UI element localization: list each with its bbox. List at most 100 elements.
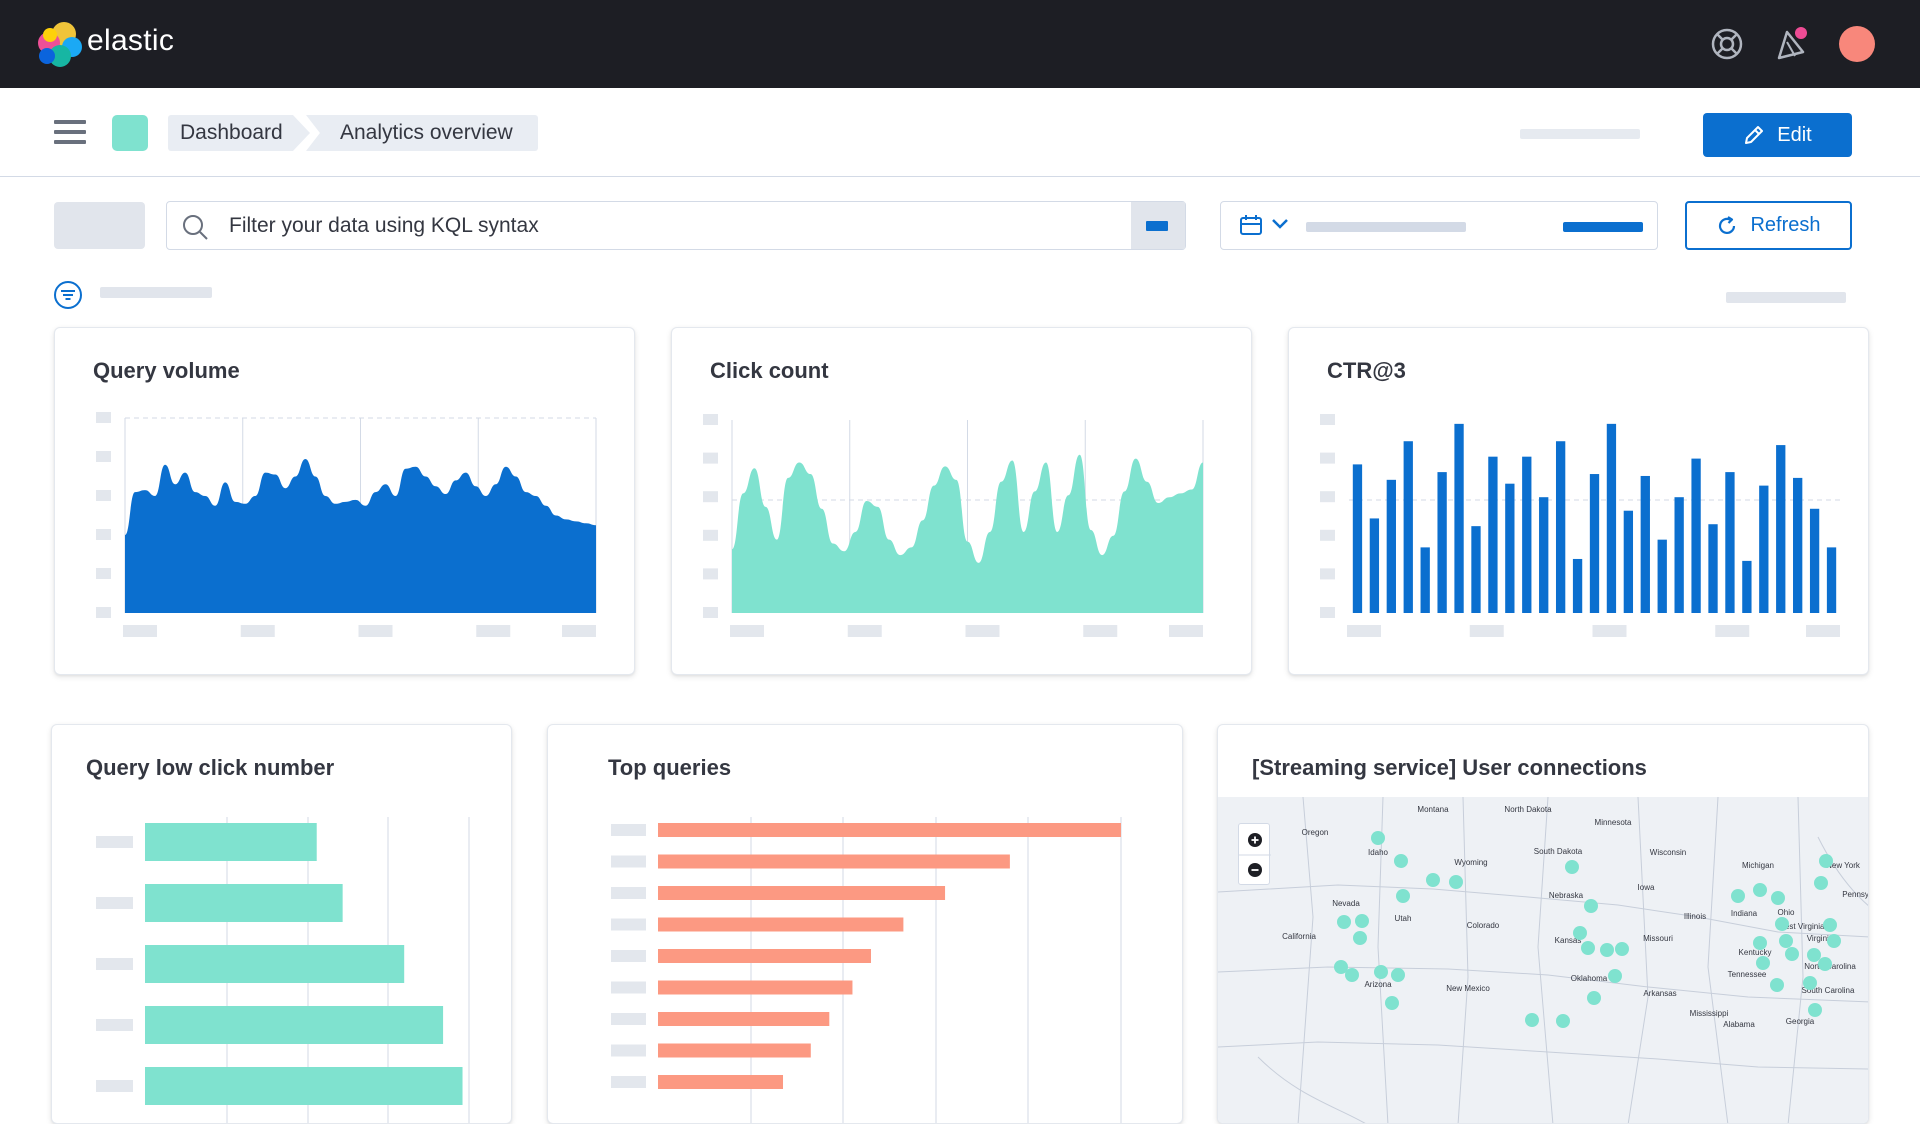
bar — [1623, 510, 1634, 613]
panel-top-queries[interactable]: Top queries — [547, 724, 1183, 1124]
query-low-click-chart — [96, 817, 470, 1123]
y-tick-label — [1320, 452, 1335, 464]
space-avatar[interactable] — [112, 115, 148, 151]
state-label: Minnesota — [1595, 818, 1632, 827]
bar — [1640, 475, 1650, 613]
connection-dot — [1753, 883, 1767, 897]
y-tick-label — [96, 451, 111, 462]
connection-dot — [1394, 854, 1408, 868]
calendar-icon[interactable] — [1239, 214, 1263, 236]
connection-dot — [1426, 873, 1440, 887]
panel-user-connections[interactable]: [Streaming service] User connections Mon… — [1217, 724, 1869, 1124]
connection-dot — [1785, 947, 1799, 961]
saved-query-button[interactable] — [54, 202, 145, 249]
bar — [658, 823, 1121, 837]
y-tick-label — [1320, 491, 1335, 503]
y-tick-label — [611, 887, 646, 899]
connection-dot — [1731, 889, 1745, 903]
zoom-in-icon[interactable] — [1248, 833, 1262, 847]
zoom-out-icon[interactable] — [1248, 863, 1262, 877]
state-label: Indiana — [1731, 909, 1758, 918]
bar — [1352, 464, 1363, 613]
y-tick-label — [96, 568, 111, 579]
state-border — [1377, 797, 1389, 1123]
bar — [1420, 547, 1430, 613]
connection-dot — [1525, 1013, 1539, 1027]
y-tick-label — [1320, 568, 1335, 580]
brand-name[interactable]: elastic — [87, 24, 174, 58]
state-label: South Dakota — [1534, 847, 1583, 856]
newsfeed-icon[interactable] — [1773, 26, 1809, 62]
breadcrumb-analytics-overview[interactable]: Analytics overview — [306, 115, 538, 151]
state-label: Oklahoma — [1571, 974, 1608, 983]
date-picker[interactable] — [1220, 201, 1658, 250]
y-tick-label — [96, 958, 133, 970]
menu-icon[interactable] — [54, 120, 86, 144]
bar — [658, 854, 1010, 869]
panel-query-volume[interactable]: Query volume — [54, 327, 635, 675]
y-tick-label — [96, 529, 111, 540]
bar — [145, 1006, 444, 1044]
us-map[interactable]: Montana North Dakota Minnesota Oregon Idaho S… — [1218, 797, 1869, 1124]
date-range-start-placeholder — [1306, 222, 1466, 232]
add-filter-placeholder[interactable] — [100, 287, 212, 298]
connection-dot — [1819, 854, 1833, 868]
connection-dot — [1371, 831, 1385, 845]
connection-dot — [1771, 891, 1785, 905]
y-tick-label — [703, 529, 718, 541]
bar — [1555, 441, 1566, 613]
bar — [658, 886, 946, 900]
y-tick-label — [96, 607, 111, 618]
edit-button[interactable]: Edit — [1703, 113, 1852, 157]
state-label: Arizona — [1364, 980, 1392, 989]
bar — [1708, 524, 1718, 613]
page-header: Dashboard Analytics overview Edit — [0, 88, 1920, 177]
y-tick-label — [611, 1013, 646, 1025]
state-border — [1297, 797, 1314, 1123]
elastic-logo-icon[interactable] — [36, 20, 84, 68]
connection-dot — [1803, 976, 1817, 990]
bar — [145, 1067, 463, 1105]
panel-click-count[interactable]: Click count — [671, 327, 1252, 675]
connection-dot — [1345, 968, 1359, 982]
search-input[interactable] — [229, 202, 1089, 249]
bar — [1369, 518, 1380, 613]
bar — [1403, 441, 1413, 613]
bar — [1759, 485, 1769, 613]
panel-ctr[interactable]: CTR@3 — [1288, 327, 1869, 675]
date-range-end-placeholder — [1563, 222, 1643, 232]
query-volume-chart — [96, 412, 597, 637]
x-tick-label — [847, 625, 882, 637]
user-avatar[interactable] — [1839, 26, 1875, 62]
panel-query-low-click[interactable]: Query low click number — [51, 724, 512, 1124]
state-label: Georgia — [1786, 1017, 1815, 1026]
connection-dot — [1449, 875, 1463, 889]
refresh-button[interactable]: Refresh — [1685, 201, 1852, 250]
query-language-button[interactable] — [1131, 202, 1185, 249]
connection-dot — [1355, 914, 1369, 928]
bar — [1539, 497, 1549, 613]
y-tick-label — [703, 414, 718, 425]
x-tick-label — [476, 625, 511, 637]
query-bar — [166, 201, 1186, 250]
us-map-svg[interactable]: Montana North Dakota Minnesota Oregon Idaho S… — [1218, 797, 1869, 1124]
x-tick-label — [1169, 625, 1203, 637]
help-icon[interactable] — [1709, 26, 1745, 62]
bar — [1488, 456, 1498, 613]
bar — [1589, 474, 1600, 613]
bar — [1572, 558, 1583, 613]
connection-dot — [1814, 876, 1828, 890]
bar — [1776, 445, 1786, 613]
bar — [1454, 423, 1464, 613]
x-tick-label — [1806, 625, 1840, 637]
breadcrumb-dashboard[interactable]: Dashboard — [168, 115, 310, 151]
chevron-down-icon[interactable] — [1271, 217, 1289, 231]
filter-icon[interactable] — [53, 280, 83, 310]
x-tick-label — [965, 625, 1000, 637]
x-tick-label — [123, 625, 157, 637]
bar — [1471, 526, 1481, 613]
connection-dot — [1808, 1003, 1822, 1017]
state-label: Tennessee — [1728, 970, 1767, 979]
state-label: Wisconsin — [1650, 848, 1686, 857]
y-tick-label — [703, 568, 718, 580]
